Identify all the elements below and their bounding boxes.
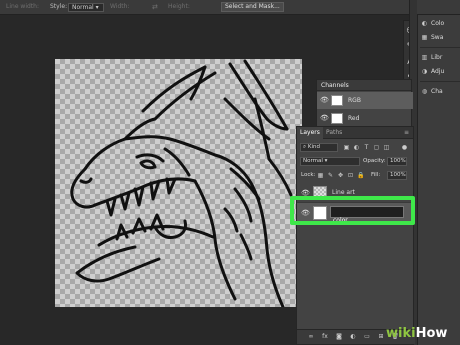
blend-mode-value: Normal bbox=[303, 158, 323, 164]
new-layer-icon[interactable]: ⊞ bbox=[377, 333, 385, 341]
dragon-line-art bbox=[70, 59, 293, 307]
pixel-filter-icon[interactable]: ▣ bbox=[343, 144, 350, 151]
channel-thumbnail bbox=[331, 95, 343, 106]
eye-icon[interactable]: 👁 bbox=[320, 110, 329, 127]
channel-thumbnail bbox=[331, 113, 343, 124]
blend-mode-select[interactable]: Normal ▾ bbox=[300, 157, 360, 166]
lock-pixels-icon[interactable]: ▦ bbox=[317, 172, 324, 179]
document-canvas[interactable] bbox=[55, 59, 302, 307]
channel-label: Red bbox=[348, 115, 360, 122]
color-panel-button[interactable]: ◐ Colo bbox=[420, 17, 460, 31]
opacity-label: Opacity: bbox=[363, 158, 386, 164]
kind-filter-value: Kind bbox=[307, 144, 320, 150]
style-select[interactable]: Normal ▾ bbox=[68, 3, 104, 12]
shape-filter-icon[interactable]: ▢ bbox=[373, 144, 380, 151]
watermark-suffix: How bbox=[415, 326, 448, 341]
fx-icon[interactable]: fx bbox=[321, 333, 329, 341]
divider bbox=[420, 47, 460, 48]
adjustment-layer-icon[interactable]: ◐ bbox=[349, 333, 357, 341]
lock-artboard-icon[interactable]: ⊡ bbox=[347, 172, 354, 179]
blend-row: Normal ▾ Opacity: 100% bbox=[297, 157, 415, 168]
layer-filter-row: ⌕ Kind ▣ ◐ T ▢ ◫ ● bbox=[297, 143, 415, 154]
line-width-label: Line width: bbox=[6, 3, 39, 10]
channel-label: RGB bbox=[348, 97, 361, 104]
wikihow-watermark: wikiHow bbox=[386, 326, 447, 341]
libraries-icon: ▥ bbox=[421, 54, 428, 61]
opacity-field[interactable]: 100% bbox=[387, 157, 407, 166]
watermark-prefix: wiki bbox=[386, 326, 416, 341]
new-group-icon[interactable]: ▭ bbox=[363, 333, 371, 341]
adjustments-label: Adju bbox=[431, 68, 445, 75]
width-label: Width: bbox=[110, 3, 130, 10]
layers-panel: Layers Paths ≡ ⌕ Kind ▣ ◐ T ▢ ◫ ● Normal… bbox=[296, 126, 415, 345]
style-label: Style: bbox=[50, 3, 68, 10]
adjustment-filter-icon[interactable]: ◐ bbox=[353, 144, 360, 151]
highlight-box bbox=[290, 196, 415, 225]
adjustments-icon: ◑ bbox=[421, 68, 428, 75]
divider bbox=[420, 81, 460, 82]
panel-menu-icon[interactable]: ≡ bbox=[404, 127, 409, 139]
channels-panel-button[interactable]: ◍ Cha bbox=[420, 85, 460, 99]
kind-filter-select[interactable]: ⌕ Kind bbox=[300, 143, 338, 152]
layers-tabs: Layers Paths ≡ bbox=[297, 127, 413, 139]
eye-icon[interactable]: 👁 bbox=[320, 92, 329, 109]
filter-toggle-icon[interactable]: ● bbox=[401, 144, 408, 151]
tab-layers[interactable]: Layers bbox=[297, 127, 323, 139]
select-and-mask-button[interactable]: Select and Mask... bbox=[221, 2, 284, 12]
channel-row-rgb[interactable]: 👁 RGB bbox=[317, 92, 413, 109]
channels-label: Cha bbox=[431, 88, 443, 95]
adjustments-panel-button[interactable]: ◑ Adju bbox=[420, 65, 460, 79]
options-bar: Line width: Style: Normal ▾ Width: ⇄ Hei… bbox=[0, 0, 460, 15]
tab-paths[interactable]: Paths bbox=[323, 127, 345, 139]
libraries-panel-button[interactable]: ▥ Libr bbox=[420, 51, 460, 65]
fill-label: Fill: bbox=[371, 172, 381, 178]
lock-paint-icon[interactable]: ✎ bbox=[327, 172, 334, 179]
swatches-icon: ▦ bbox=[421, 34, 428, 41]
lock-row: Lock: ▦ ✎ ✥ ⊡ 🔒 Fill: 100% bbox=[297, 171, 415, 182]
fill-field[interactable]: 100% bbox=[387, 171, 407, 180]
style-select-value: Normal bbox=[72, 4, 94, 11]
channels-icon: ◍ bbox=[421, 88, 428, 95]
lock-all-icon[interactable]: 🔒 bbox=[357, 172, 364, 179]
collapsed-panels: ◐ Colo ▦ Swa ▥ Libr ◑ Adju ◍ Cha bbox=[417, 15, 460, 345]
libraries-label: Libr bbox=[431, 54, 443, 61]
color-label: Colo bbox=[431, 20, 445, 27]
channel-row-red[interactable]: 👁 Red bbox=[317, 110, 413, 127]
smart-object-filter-icon[interactable]: ◫ bbox=[383, 144, 390, 151]
swatches-panel-button[interactable]: ▦ Swa bbox=[420, 31, 460, 45]
add-mask-icon[interactable]: ◙ bbox=[335, 333, 343, 341]
height-label: Height: bbox=[168, 3, 190, 10]
lock-label: Lock: bbox=[301, 172, 316, 178]
color-icon: ◐ bbox=[421, 20, 428, 27]
lock-position-icon[interactable]: ✥ bbox=[337, 172, 344, 179]
swatches-label: Swa bbox=[431, 34, 444, 41]
channels-panel: Channels 👁 RGB 👁 Red bbox=[316, 79, 413, 131]
link-layers-icon[interactable]: ∞ bbox=[307, 333, 315, 341]
channels-title[interactable]: Channels bbox=[317, 80, 411, 91]
swap-icon[interactable]: ⇄ bbox=[152, 3, 158, 11]
type-filter-icon[interactable]: T bbox=[363, 144, 370, 151]
